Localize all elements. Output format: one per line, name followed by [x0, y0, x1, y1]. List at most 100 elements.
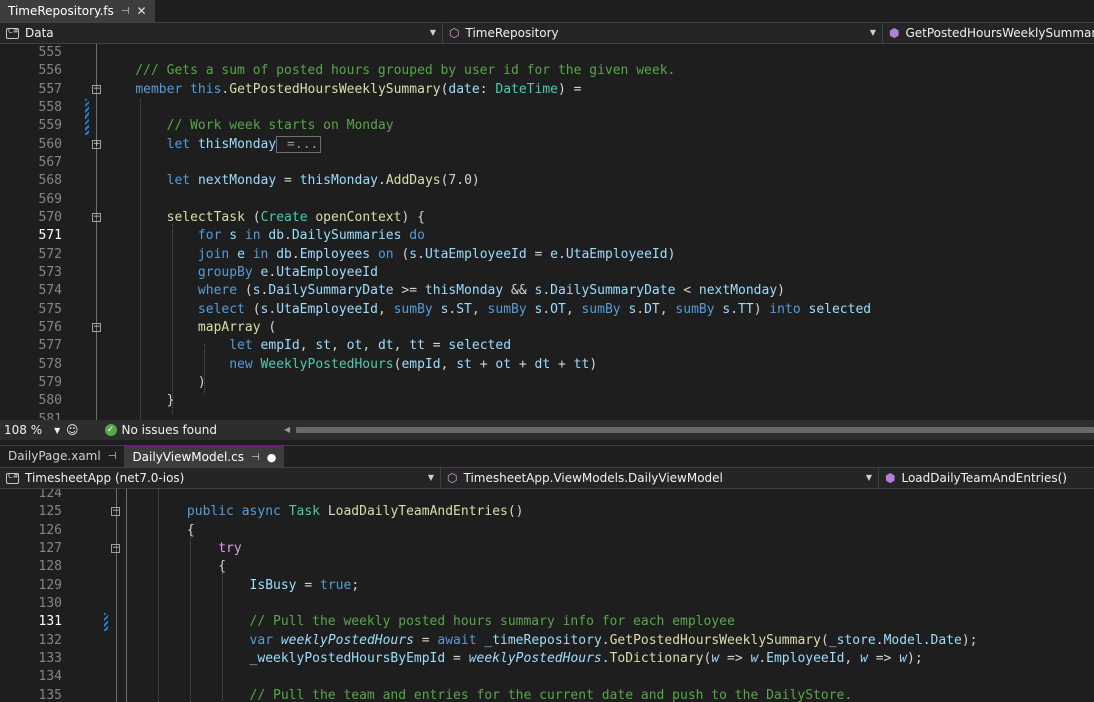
code-token: )	[777, 283, 785, 299]
code-line[interactable]: 568 let nextMonday = thisMonday.AddDays(…	[0, 172, 1094, 190]
line-number: 555	[38, 45, 62, 60]
code-token: (	[393, 246, 410, 262]
scrollbar-thumb[interactable]	[296, 427, 1094, 433]
code-line[interactable]: 567	[0, 154, 1094, 172]
copilot-icon[interactable]: ☺	[66, 423, 79, 437]
code-line[interactable]: 555	[0, 44, 1094, 62]
code-line[interactable]: 575 select (s.UtaEmployeeId, sumBy s.ST,…	[0, 301, 1094, 319]
code-line[interactable]: 557 − member this.GetPostedHoursWeeklySum…	[0, 81, 1094, 99]
code-token: =	[276, 173, 300, 189]
code-token: w	[899, 650, 908, 666]
code-line[interactable]: 132 var weeklyPostedHours = await _timeR…	[0, 632, 1094, 650]
code-line[interactable]: 560 + let thisMonday =...	[0, 135, 1094, 154]
chevron-down-icon: ▼	[429, 28, 436, 37]
code-token: .	[922, 632, 931, 648]
tab-daily-page-xaml[interactable]: DailyPage.xaml ⊣	[0, 445, 124, 467]
code-token: Create	[260, 209, 308, 225]
code-token: db	[268, 228, 285, 244]
modified-dot-icon[interactable]: ●	[267, 451, 277, 464]
code-token: DailySummaryDate	[550, 283, 676, 299]
code-token: member	[135, 81, 183, 97]
check-circle-icon: ✓	[104, 424, 117, 436]
collapsed-region[interactable]: =...	[276, 135, 322, 153]
horizontal-scrollbar[interactable]: ◀	[284, 425, 1094, 435]
code-token: st	[456, 356, 472, 372]
code-token: weeklyPostedHours	[468, 650, 602, 666]
code-line[interactable]: 558	[0, 98, 1094, 117]
code-token: ()	[507, 504, 524, 520]
code-token: _store	[828, 632, 876, 648]
code-token: ,	[440, 356, 457, 372]
member-dropdown[interactable]: ⬢ GetPostedHoursWeeklySummary	[883, 23, 1094, 43]
code-line[interactable]: 130	[0, 595, 1094, 613]
close-icon[interactable]: ✕	[136, 4, 146, 18]
class-icon: ⬡	[447, 471, 458, 485]
code-token: selected	[808, 301, 872, 317]
top-code-editor[interactable]: 555 556 /// Gets a sum of posted hours gr…	[0, 44, 1094, 420]
code-line[interactable]: 572 join e in db.Employees on (s.UtaEmpl…	[0, 246, 1094, 264]
code-line[interactable]: 124	[0, 489, 1094, 503]
type-dropdown[interactable]: ⬡ TimeRepository ▼	[443, 23, 883, 43]
collapse-icon[interactable]: −	[92, 212, 101, 222]
collapse-icon[interactable]: −	[92, 84, 101, 94]
code-line[interactable]: 573 groupBy e.UtaEmployeeId	[0, 264, 1094, 282]
code-line[interactable]: 125− public async Task LoadDailyTeamAndE…	[0, 503, 1094, 521]
code-line[interactable]: 126 {	[0, 522, 1094, 540]
type-dropdown[interactable]: ⬡ TimesheetApp.ViewModels.DailyViewModel…	[441, 468, 879, 488]
zoom-dropdown[interactable]: 108 % ▼	[4, 422, 62, 438]
code-line[interactable]: 580 }	[0, 392, 1094, 410]
code-token: join	[197, 246, 230, 262]
code-line[interactable]: 135 // Pull the team and entries for the…	[0, 687, 1094, 702]
pin-icon[interactable]: ⊣	[121, 6, 130, 17]
code-token: ) {	[401, 209, 425, 225]
editor-status-bar: 108 % ▼ ☺ ✓ No issues found ◀	[0, 420, 1094, 440]
code-line[interactable]: 569	[0, 191, 1094, 209]
collapse-icon[interactable]: −	[92, 322, 101, 332]
scope-label: Data	[25, 26, 54, 40]
member-dropdown[interactable]: ⬢ LoadDailyTeamAndEntries()	[879, 468, 1094, 488]
code-line[interactable]: 581	[0, 411, 1094, 420]
scroll-left-icon[interactable]: ◀	[284, 425, 290, 434]
code-token: this	[190, 81, 222, 97]
expand-icon[interactable]: +	[92, 139, 101, 149]
code-line[interactable]: 134	[0, 668, 1094, 686]
code-token: public	[186, 504, 234, 520]
code-line[interactable]: 556 /// Gets a sum of posted hours group…	[0, 62, 1094, 80]
issues-indicator[interactable]: ✓ No issues found	[104, 423, 217, 437]
pin-icon[interactable]: ⊣	[108, 451, 117, 462]
code-line[interactable]: 127− try	[0, 540, 1094, 558]
code-token: +	[511, 356, 535, 372]
code-line[interactable]: 576 − mapArray (	[0, 319, 1094, 337]
scope-dropdown[interactable]: TimesheetApp (net7.0-ios) ▼	[0, 468, 441, 488]
tab-time-repository[interactable]: TimeRepository.fs ⊣ ✕	[0, 0, 155, 22]
code-line[interactable]: 577 let empId, st, ot, dt, tt = selected	[0, 337, 1094, 355]
code-token: IsBusy	[249, 577, 297, 593]
code-line[interactable]: 574 where (s.DailySummaryDate >= thisMon…	[0, 282, 1094, 300]
bottom-code-editor[interactable]: 124 125− public async Task LoadDailyTeamA…	[0, 489, 1094, 702]
line-number: 558	[38, 99, 62, 115]
code-text: // Pull the weekly posted hours summary …	[93, 613, 735, 631]
code-line[interactable]: 559 // Work week starts on Monday	[0, 117, 1094, 136]
code-token: DateTime	[495, 81, 558, 97]
code-line[interactable]: 579 )	[0, 374, 1094, 392]
code-line[interactable]: 133 _weeklyPostedHoursByEmpId = weeklyPo…	[0, 650, 1094, 668]
code-line[interactable]: 128 {	[0, 558, 1094, 576]
tab-daily-view-model[interactable]: DailyViewModel.cs ⊣ ●	[124, 445, 285, 467]
code-line[interactable]: 571 for s in db.DailySummaries do	[0, 227, 1094, 245]
type-label: TimeRepository	[465, 26, 559, 40]
code-line[interactable]: 570 − selectTask (Create openContext) {	[0, 209, 1094, 227]
scope-dropdown[interactable]: Data ▼	[0, 23, 443, 43]
code-line[interactable]: 129 IsBusy = true;	[0, 577, 1094, 595]
code-token: ot	[495, 356, 512, 372]
code-token: );	[907, 650, 923, 666]
code-line[interactable]: 131 // Pull the weekly posted hours summ…	[0, 613, 1094, 632]
code-token: ;	[351, 577, 360, 593]
code-line[interactable]: 578 new WeeklyPostedHours(empId, st + ot…	[0, 356, 1094, 374]
code-token: UtaEmployeeId	[276, 264, 378, 280]
pin-icon[interactable]: ⊣	[251, 452, 260, 463]
